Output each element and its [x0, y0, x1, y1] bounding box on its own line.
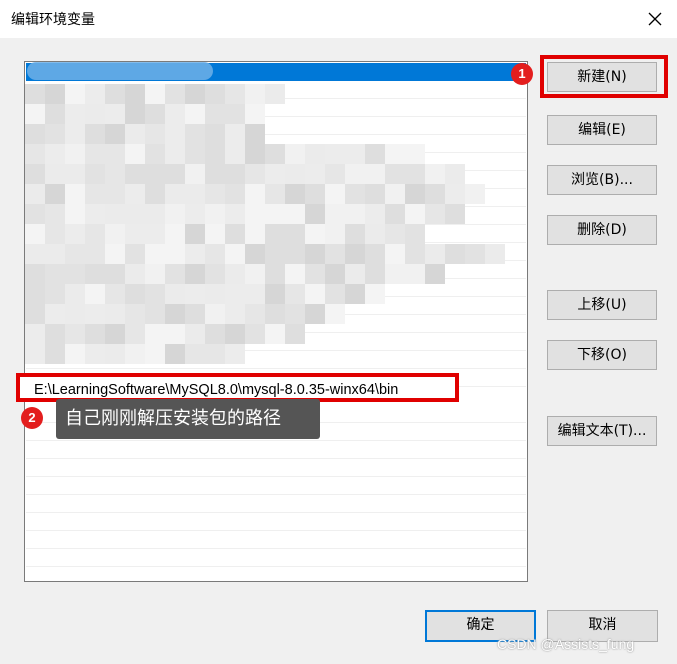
edit-text-button[interactable]: 编辑文本(T)... — [547, 416, 657, 446]
window-title: 编辑环境变量 — [11, 12, 95, 28]
list-item[interactable] — [26, 531, 526, 549]
watermark: CSDN @Assists_fung — [497, 636, 635, 652]
edit-button[interactable]: 编辑(E) — [547, 115, 657, 145]
list-item[interactable] — [26, 261, 526, 279]
annotation-marker-2: 2 — [21, 407, 43, 429]
delete-button[interactable]: 删除(D) — [547, 215, 657, 245]
list-item[interactable] — [26, 333, 526, 351]
list-item[interactable] — [26, 459, 526, 477]
path-entry-text: E:\LearningSoftware\MySQL8.0\mysql-8.0.3… — [34, 382, 399, 398]
list-item[interactable] — [26, 495, 526, 513]
list-item[interactable] — [26, 279, 526, 297]
browse-button[interactable]: 浏览(B)... — [547, 165, 657, 195]
list-item[interactable] — [26, 477, 526, 495]
list-item[interactable] — [26, 225, 526, 243]
list-item[interactable] — [26, 189, 526, 207]
close-icon — [648, 12, 662, 26]
edit-environment-variable-dialog: 编辑环境变量 E:\LearningSoftware\MySQL8.0\mysq… — [0, 0, 677, 664]
list-item[interactable] — [26, 243, 526, 261]
list-item[interactable] — [26, 117, 526, 135]
annotation-marker-1: 1 — [511, 63, 533, 85]
list-item[interactable] — [26, 549, 526, 567]
list-item[interactable] — [26, 441, 526, 459]
list-item[interactable] — [26, 153, 526, 171]
list-item[interactable] — [26, 171, 526, 189]
annotation-tooltip: 自己刚刚解压安装包的路径 — [56, 399, 320, 439]
close-button[interactable] — [640, 4, 670, 34]
list-item[interactable] — [26, 513, 526, 531]
highlighted-path-entry[interactable]: E:\LearningSoftware\MySQL8.0\mysql-8.0.3… — [16, 373, 459, 402]
list-item[interactable] — [26, 135, 526, 153]
redacted-selected-entry — [27, 62, 213, 80]
move-up-button[interactable]: 上移(U) — [547, 290, 657, 320]
list-item[interactable] — [26, 207, 526, 225]
list-item[interactable] — [26, 351, 526, 369]
path-list[interactable] — [24, 61, 528, 582]
title-bar: 编辑环境变量 — [0, 0, 677, 38]
new-button[interactable]: 新建(N) — [547, 62, 657, 92]
list-item[interactable] — [26, 315, 526, 333]
list-item[interactable] — [26, 81, 526, 99]
list-item[interactable] — [26, 99, 526, 117]
list-item[interactable] — [26, 297, 526, 315]
move-down-button[interactable]: 下移(O) — [547, 340, 657, 370]
